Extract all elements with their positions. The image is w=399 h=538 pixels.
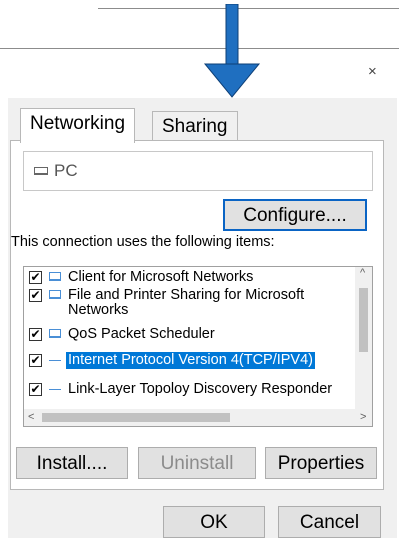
uninstall-button[interactable]: Uninstall	[138, 447, 256, 479]
horizontal-scroll-thumb[interactable]	[42, 413, 230, 422]
scroll-right-icon[interactable]: >	[360, 409, 366, 426]
item-checkbox[interactable]: ✔	[29, 289, 42, 302]
horizontal-scrollbar[interactable]: < >	[24, 409, 372, 426]
network-service-icon	[49, 329, 61, 338]
install-button[interactable]: Install....	[16, 447, 128, 479]
networking-panel: PC Configure.... This connection uses th…	[10, 140, 384, 490]
item-label-line2: Networks	[68, 302, 129, 318]
item-checkbox[interactable]: ✔	[29, 354, 42, 367]
vertical-scroll-thumb[interactable]	[359, 288, 368, 352]
item-checkbox[interactable]: ✔	[29, 328, 42, 341]
ok-button[interactable]: OK	[163, 506, 265, 538]
connect-using-field: PC	[23, 151, 373, 191]
item-checkbox[interactable]: ✔	[29, 383, 42, 396]
item-label: Client for Microsoft Networks	[68, 269, 254, 285]
scroll-left-icon[interactable]: <	[28, 409, 34, 426]
down-arrow-icon	[203, 4, 261, 98]
cancel-button[interactable]: Cancel	[278, 506, 381, 538]
item-label: QoS Packet Scheduler	[68, 326, 215, 342]
tab-networking[interactable]: Networking	[20, 108, 136, 143]
items-label: This connection uses the following items…	[11, 234, 275, 250]
vertical-scrollbar[interactable]: ^	[355, 267, 372, 426]
item-label: Link-Layer Topoloy Discovery Responder	[68, 381, 333, 397]
network-client-icon	[49, 272, 61, 281]
item-checkbox[interactable]: ✔	[29, 271, 42, 284]
configure-button[interactable]: Configure....	[223, 199, 367, 231]
network-service-icon	[49, 290, 61, 299]
middle-divider-line	[0, 48, 399, 49]
protocol-icon	[49, 360, 61, 361]
protocol-icon	[49, 389, 61, 390]
ethernet-properties-dialog: Networking Sharing PC Configure.... This…	[8, 98, 397, 538]
tab-sharing[interactable]: Sharing	[152, 111, 238, 142]
computer-icon	[34, 167, 48, 175]
close-icon[interactable]: ×	[368, 63, 377, 80]
properties-button[interactable]: Properties	[265, 447, 377, 479]
item-label-selected: Internet Protocol Version 4(TCP/IPV4)	[66, 352, 315, 369]
adapter-name: PC	[54, 161, 78, 180]
scroll-up-icon[interactable]: ^	[360, 267, 365, 282]
items-list[interactable]: ✔ Client for Microsoft Networks ✔ File a…	[23, 266, 373, 427]
